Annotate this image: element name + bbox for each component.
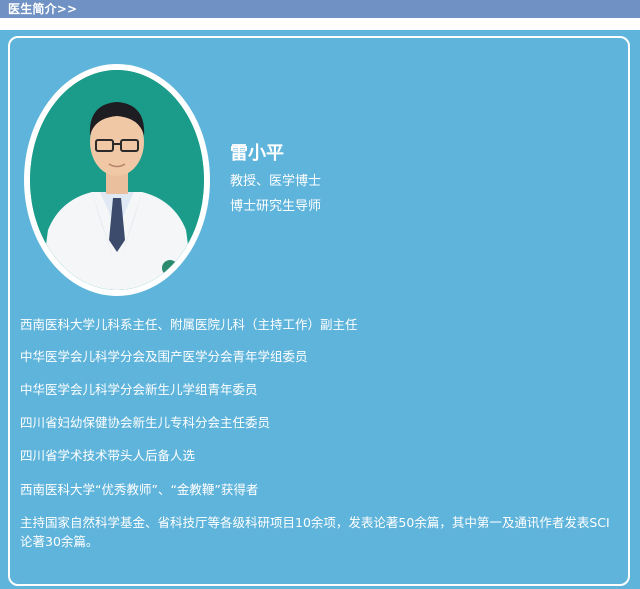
duty-item: 四川省妇幼保健协会新生儿专科分会主任委员 bbox=[20, 415, 271, 430]
duty-item: 西南医科大学儿科系主任、附属医院儿科（主持工作）副主任 bbox=[20, 317, 358, 332]
doctor-name: 雷小平 bbox=[230, 143, 284, 164]
duty-item: 四川省学术技术带头人后备人选 bbox=[20, 448, 196, 463]
header-bar: 医生简介>> bbox=[0, 0, 640, 18]
duty-item: 中华医学会儿科学分会及围产医学分会青年学组委员 bbox=[20, 349, 308, 364]
duty-item: 中华医学会儿科学分会新生儿学组青年委员 bbox=[20, 382, 258, 397]
duty-item: 主持国家自然科学基金、省科技厅等各级科研项目10余项，发表论著50余篇，其中第一… bbox=[20, 515, 610, 549]
doctor-title: 博士研究生导师 bbox=[230, 199, 322, 214]
header-divider bbox=[0, 18, 640, 30]
doctor-portrait-icon bbox=[30, 70, 204, 290]
doctor-photo bbox=[30, 70, 204, 290]
duty-item: 西南医科大学“优秀教师”、“金教鞭”获得者 bbox=[20, 482, 259, 497]
section-title: 医生简介>> bbox=[8, 2, 78, 16]
doctor-title: 教授、医学博士 bbox=[230, 174, 322, 189]
